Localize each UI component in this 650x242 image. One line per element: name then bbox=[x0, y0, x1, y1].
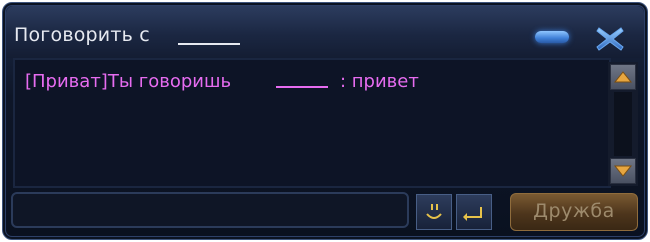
chat-recipient-blank bbox=[276, 86, 328, 88]
arrow-up-icon[interactable] bbox=[610, 64, 636, 90]
chat-scrollbar[interactable] bbox=[608, 62, 638, 186]
window-title: Поговорить с bbox=[14, 24, 150, 46]
enter-icon[interactable] bbox=[456, 194, 492, 230]
arrow-down-icon[interactable] bbox=[610, 158, 636, 184]
smiley-icon[interactable] bbox=[416, 194, 452, 230]
recipient-name-blank bbox=[178, 43, 240, 45]
chat-message-text: : привет bbox=[340, 71, 419, 92]
friend-button[interactable]: Дружба bbox=[510, 193, 638, 231]
close-icon[interactable] bbox=[593, 23, 627, 55]
chat-message-prefix: [Приват]Ты говоришь bbox=[25, 71, 232, 92]
scroll-track[interactable] bbox=[614, 92, 632, 156]
minimize-icon[interactable] bbox=[535, 31, 569, 43]
title-bar[interactable]: Поговорить с bbox=[6, 6, 644, 58]
message-input[interactable] bbox=[11, 192, 409, 228]
